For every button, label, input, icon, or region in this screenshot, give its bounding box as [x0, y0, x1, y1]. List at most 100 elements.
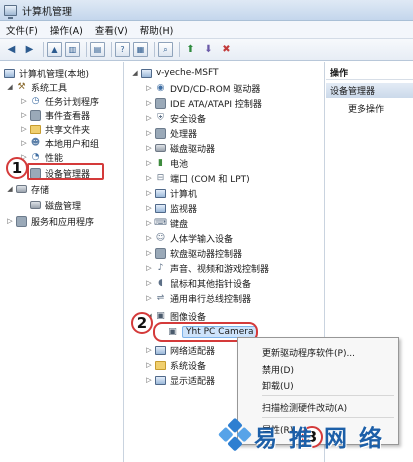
- menu-help[interactable]: 帮助(H): [140, 23, 174, 37]
- back-arrow-icon[interactable]: ◀: [4, 42, 19, 57]
- device-category[interactable]: ▷ ▮ 电池: [145, 156, 188, 170]
- collapse-arrow-icon[interactable]: ◢: [6, 185, 14, 193]
- disable-device-icon[interactable]: ⬇: [201, 42, 216, 57]
- collapse-arrow-icon[interactable]: ◢: [6, 83, 14, 91]
- tree-system-tools[interactable]: ◢ ⚒ 系统工具: [6, 80, 67, 94]
- expand-arrow-icon[interactable]: ▷: [145, 159, 153, 167]
- device-category[interactable]: ▷ 处理器: [145, 126, 197, 140]
- export-list-icon[interactable]: ▤: [90, 42, 105, 57]
- expand-arrow-icon[interactable]: ▷: [145, 219, 153, 227]
- toolbar-separator: [111, 42, 112, 57]
- update-driver-icon[interactable]: ⬆: [183, 42, 198, 57]
- usb-icon: ⇌: [156, 292, 165, 303]
- device-category[interactable]: ▷ 软盘驱动器控制器: [145, 246, 242, 260]
- device-category[interactable]: ▷ ♪ 声音、视频和游戏控制器: [145, 261, 269, 275]
- help-icon[interactable]: ?: [115, 42, 130, 57]
- expand-arrow-icon[interactable]: ▷: [6, 217, 14, 225]
- shared-folder-icon: [30, 124, 41, 134]
- menu-file[interactable]: 文件(F): [6, 23, 38, 37]
- show-tree-icon[interactable]: ▥: [65, 42, 80, 57]
- tree-task-scheduler[interactable]: ▷ ◷ 任务计划程序: [20, 94, 99, 108]
- collapse-arrow-icon[interactable]: ◢: [131, 69, 139, 77]
- more-actions-link[interactable]: 更多操作: [348, 102, 384, 115]
- floppy-controller-icon: [155, 247, 166, 259]
- properties-icon[interactable]: ▦: [133, 42, 148, 57]
- mouse-icon: ◖: [158, 277, 163, 288]
- computer-icon: [141, 68, 152, 78]
- tree-storage[interactable]: ◢ 存储: [6, 182, 49, 196]
- expand-arrow-icon[interactable]: ▷: [145, 174, 153, 182]
- toolbar-separator: [154, 42, 155, 57]
- device-category[interactable]: ▷ ☺ 人体学输入设备: [145, 231, 233, 245]
- device-category[interactable]: ▷ 系统设备: [145, 358, 206, 372]
- watermark-logo-icon: [217, 417, 254, 455]
- menu-update-driver[interactable]: 更新驱动程序软件(P)...: [262, 346, 355, 359]
- scan-hardware-icon[interactable]: ⌕: [158, 42, 173, 57]
- expand-arrow-icon[interactable]: ▷: [145, 129, 153, 137]
- device-category[interactable]: ▷ ⇌ 通用串行总线控制器: [145, 291, 251, 305]
- tree-local-users[interactable]: ▷ ☻ 本地用户和组: [20, 136, 99, 150]
- device-category-imaging[interactable]: ◢▣图像设备: [145, 309, 206, 323]
- menu-scan-hardware[interactable]: 扫描检测硬件改动(A): [262, 401, 347, 414]
- forward-arrow-icon[interactable]: ▶: [22, 42, 37, 57]
- expand-arrow-icon[interactable]: ▷: [145, 114, 153, 122]
- expand-arrow-icon[interactable]: ▷: [20, 139, 28, 147]
- tree-event-viewer[interactable]: ▷ 事件查看器: [20, 108, 90, 122]
- expand-arrow-icon[interactable]: ▷: [145, 99, 153, 107]
- device-category[interactable]: ▷ ⛨ 安全设备: [145, 111, 206, 125]
- expand-arrow-icon[interactable]: ▷: [145, 189, 153, 197]
- expand-arrow-icon[interactable]: ▷: [145, 361, 153, 369]
- expand-arrow-icon[interactable]: ▷: [145, 234, 153, 242]
- device-category[interactable]: ▷ IDE ATA/ATAPI 控制器: [145, 96, 262, 110]
- uninstall-device-icon[interactable]: ✖: [219, 42, 234, 57]
- watermark: 易 推 网 络: [218, 414, 413, 458]
- device-category[interactable]: ▷ 计算机: [145, 186, 197, 200]
- disk-drive-icon: [155, 144, 166, 152]
- expand-arrow-icon[interactable]: ▷: [20, 125, 28, 133]
- expand-arrow-icon[interactable]: ▷: [145, 294, 153, 302]
- device-category[interactable]: ▷ ◖ 鼠标和其他指针设备: [145, 276, 251, 290]
- keyboard-icon: ⌨: [154, 217, 167, 228]
- device-category[interactable]: ▷ ⌨ 键盘: [145, 216, 188, 230]
- port-icon: ⊟: [156, 172, 165, 183]
- tree-shared-folders[interactable]: ▷ 共享文件夹: [20, 122, 90, 136]
- actions-section-device-manager[interactable]: 设备管理器: [326, 83, 413, 98]
- tools-icon: ⚒: [17, 81, 26, 92]
- expand-arrow-icon[interactable]: ▷: [145, 376, 153, 384]
- expand-arrow-icon[interactable]: ▷: [145, 346, 153, 354]
- menu-uninstall[interactable]: 卸载(U): [262, 379, 294, 392]
- device-category[interactable]: ▷ ◉ DVD/CD-ROM 驱动器: [145, 81, 260, 95]
- device-category[interactable]: ▷ 显示适配器: [145, 373, 215, 387]
- monitor-icon: [155, 203, 166, 213]
- menu-view[interactable]: 查看(V): [95, 23, 128, 37]
- menu-action[interactable]: 操作(A): [50, 23, 83, 37]
- expand-arrow-icon[interactable]: ▷: [145, 204, 153, 212]
- expand-arrow-icon[interactable]: ▷: [145, 84, 153, 92]
- watermark-text: 易 推 网 络: [254, 425, 385, 452]
- menu-separator: [262, 395, 394, 396]
- device-category[interactable]: ▷ 网络适配器: [145, 343, 215, 357]
- expand-arrow-icon[interactable]: ▷: [20, 97, 28, 105]
- device-category[interactable]: ▷ 监视器: [145, 201, 197, 215]
- toolbar-separator: [179, 42, 180, 57]
- expand-arrow-icon[interactable]: ▷: [20, 111, 28, 119]
- event-log-icon: [30, 109, 41, 121]
- tree-root[interactable]: 计算机管理(本地): [4, 66, 89, 80]
- computer-icon: [155, 188, 166, 198]
- expand-arrow-icon[interactable]: ▷: [145, 249, 153, 257]
- up-folder-icon[interactable]: ▲: [47, 42, 62, 57]
- sound-icon: ♪: [157, 262, 164, 273]
- tree-services[interactable]: ▷ 服务和应用程序: [6, 214, 94, 228]
- tree-disk-management[interactable]: 磁盘管理: [30, 198, 81, 212]
- device-root[interactable]: ◢ v-yeche-MSFT: [131, 66, 218, 80]
- expand-arrow-icon[interactable]: ▷: [145, 264, 153, 272]
- device-category[interactable]: ▷ 磁盘驱动器: [145, 141, 215, 155]
- menu-disable[interactable]: 禁用(D): [262, 363, 294, 376]
- title-bar: 计算机管理: [0, 0, 413, 21]
- expand-arrow-icon[interactable]: ▷: [145, 279, 153, 287]
- highlight-device-manager: [27, 163, 104, 180]
- device-category[interactable]: ▷ ⊟ 端口 (COM 和 LPT): [145, 171, 249, 185]
- window-title: 计算机管理: [22, 6, 72, 18]
- computer-icon: [4, 68, 15, 78]
- expand-arrow-icon[interactable]: ▷: [145, 144, 153, 152]
